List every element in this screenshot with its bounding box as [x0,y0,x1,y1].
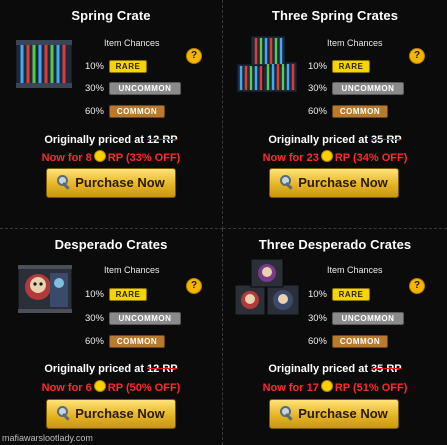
chance-percent: 10% [84,289,104,300]
card-title: Three Desperado Crates [258,237,412,252]
help-icon[interactable]: ? [409,48,425,64]
original-price: Originally priced at 12 RP [0,134,222,146]
reward-point-coin-icon [320,380,333,392]
chance-percent: 30% [307,313,327,324]
chance-percent: 30% [84,83,104,94]
rarity-badge-rare: RARE [332,60,370,73]
chance-percent: 30% [307,83,327,94]
reward-point-coin-icon [93,150,106,162]
rarity-badge-uncommon: UNCOMMON [332,82,404,95]
rarity-badge-rare: RARE [109,288,147,301]
help-icon[interactable]: ? [186,278,202,294]
item-chances-heading: Item Chances [327,265,383,275]
discount-label: (50% OFF) [125,382,181,394]
rarity-badge-uncommon: UNCOMMON [109,82,181,95]
chance-percent: 60% [84,106,104,117]
rarity-badge-common: COMMON [332,105,388,118]
item-chances-heading: Item Chances [327,38,383,48]
rarity-badge-common: COMMON [332,335,388,348]
card-title: Desperado Crates [54,237,168,252]
rarity-badge-uncommon: UNCOMMON [332,312,404,325]
sale-price-value: 8 [85,152,92,164]
item-chances-heading: Item Chances [104,38,160,48]
card-title: Spring Crate [71,8,151,23]
discount-label: (33% OFF) [125,152,181,164]
item-chances-heading: Item Chances [104,265,160,275]
original-price-label: Originally priced at [44,134,144,146]
help-icon[interactable]: ? [409,278,425,294]
crate-card-spring-crate: Spring Crate Item Chances ? 10% RARE 30% [0,0,223,229]
original-price-value: 35 RP [371,363,402,375]
sale-price: Now for 17 RP (51% OFF) [262,380,408,394]
original-price: Originally priced at 35 RP [223,363,447,375]
chance-percent: 30% [84,313,104,324]
original-price-value: 12 RP [147,363,178,375]
key-icon [57,175,71,189]
desperado-crate-icon [17,264,73,314]
discount-label: (51% OFF) [353,382,408,394]
site-watermark: mafiawarslootlady.com [2,433,93,443]
original-price-label: Originally priced at [268,134,368,146]
crate-card-desperado-crates: Desperado Crates Item Chances ? 10% RARE… [0,229,223,445]
reward-point-coin-icon [93,380,106,392]
chance-percent: 60% [307,106,327,117]
sale-price: Now for 23 RP (34% OFF) [262,150,408,164]
chance-percent: 10% [307,61,327,72]
sale-price: Now for 8 RP (33% OFF) [41,150,181,164]
original-price-value: 35 RP [371,134,402,146]
purchase-now-button[interactable]: Purchase Now [46,399,176,429]
crate-grid: Spring Crate Item Chances ? 10% RARE 30% [0,0,447,445]
chance-percent: 10% [84,61,104,72]
crate-card-three-spring-crates: Three Spring Crates Item Chances ? 10% R… [223,0,447,229]
card-title: Three Spring Crates [271,8,399,23]
crate-card-three-desperado-crates: Three Desperado Crates Item Chances ? 10… [223,229,447,445]
key-icon [280,175,294,189]
three-spring-crates-icon [236,36,298,93]
original-price-label: Originally priced at [44,363,144,375]
original-price: Originally priced at 12 RP [0,363,222,375]
original-price-value: 12 RP [147,134,178,146]
original-price-label: Originally priced at [268,363,368,375]
rarity-badge-common: COMMON [109,335,165,348]
chance-percent: 10% [307,289,327,300]
original-price: Originally priced at 35 RP [223,134,447,146]
reward-point-coin-icon [320,150,333,162]
discount-label: (34% OFF) [353,152,408,164]
sale-price: Now for 6 RP (50% OFF) [41,380,181,394]
rarity-badge-common: COMMON [109,105,165,118]
help-icon[interactable]: ? [186,48,202,64]
spring-crate-icon [15,39,73,89]
rarity-badge-rare: RARE [332,288,370,301]
three-desperado-crates-icon [234,259,300,316]
key-icon [280,406,294,420]
rarity-badge-uncommon: UNCOMMON [109,312,181,325]
purchase-now-button[interactable]: Purchase Now [269,168,399,198]
purchase-now-button[interactable]: Purchase Now [269,399,399,429]
sale-price-value: 6 [85,382,92,394]
chance-percent: 60% [84,336,104,347]
purchase-now-button[interactable]: Purchase Now [46,168,176,198]
sale-price-value: 17 [306,382,319,394]
sale-price-value: 23 [306,152,319,164]
rarity-badge-rare: RARE [109,60,147,73]
key-icon [57,406,71,420]
chance-percent: 60% [307,336,327,347]
